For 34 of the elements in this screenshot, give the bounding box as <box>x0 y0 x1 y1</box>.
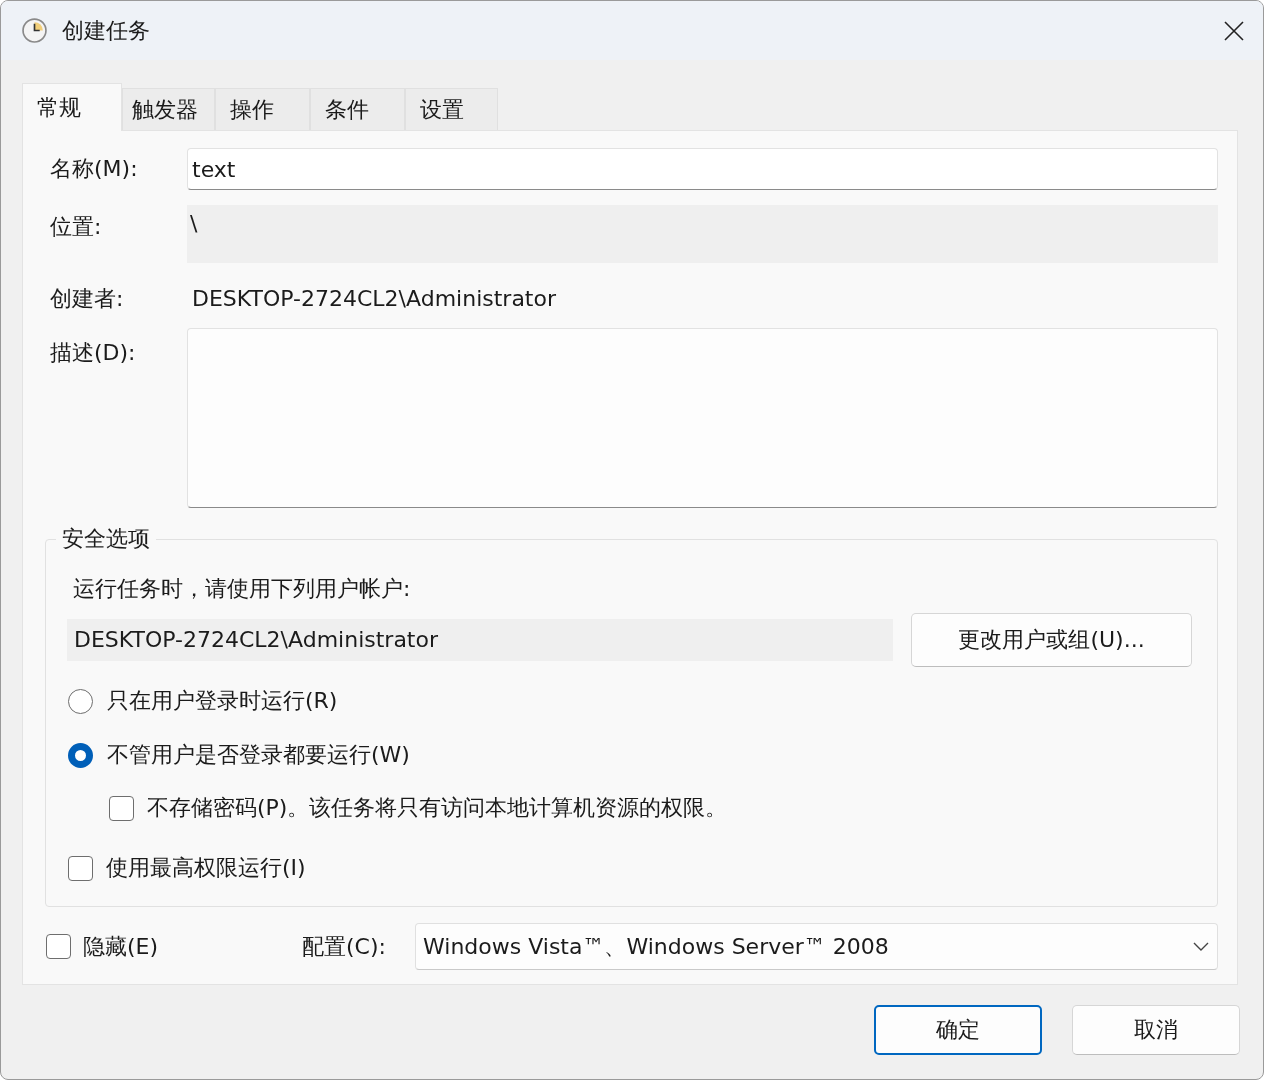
text-field[interactable]: text <box>187 148 1218 190</box>
cancel-button[interactable]: 取消 <box>1072 1005 1240 1055</box>
field-label: 配置(C): <box>302 932 387 961</box>
checkbox[interactable] <box>68 855 93 881</box>
prompt-text: 运行任务时，请使用下列用户帐户: <box>72 575 412 603</box>
field-label: 创建者: <box>50 285 125 313</box>
window-title: 创建任务 <box>62 16 150 45</box>
chevron-down-icon <box>1193 942 1209 951</box>
change-user-button[interactable]: 更改用户或组(U)... <box>911 613 1192 667</box>
tab[interactable]: 设置 <box>405 88 498 130</box>
radio-button[interactable] <box>68 688 93 714</box>
tab[interactable]: 触发器 <box>122 88 215 130</box>
clock-icon <box>22 18 47 43</box>
tab[interactable]: 操作 <box>215 88 310 130</box>
field-label: 名称(M): <box>50 155 139 183</box>
tab[interactable]: 条件 <box>310 88 405 130</box>
field-label: 位置: <box>50 213 103 241</box>
checkbox[interactable] <box>109 795 134 821</box>
radio-button[interactable] <box>68 742 93 768</box>
group-title: 安全选项 <box>61 525 151 553</box>
readonly-field: \ <box>187 205 1218 263</box>
option-label: 隐藏(E) <box>83 932 159 961</box>
ok-button[interactable]: 确定 <box>874 1005 1042 1055</box>
checkbox[interactable] <box>46 934 71 959</box>
option-label: 不存储密码(P)。该任务将只有访问本地计算机资源的权限。 <box>147 794 728 822</box>
option-label: 只在用户登录时运行(R) <box>107 687 338 715</box>
option-label: 使用最高权限运行(I) <box>106 854 306 882</box>
configure-dropdown[interactable]: Windows Vista™、Windows Server™ 2008 <box>415 923 1218 970</box>
option-label: 不管用户是否登录都要运行(W) <box>107 741 410 769</box>
tab[interactable]: 常规 <box>22 83 122 131</box>
account-field: DESKTOP-2724CL2\Administrator <box>67 619 893 661</box>
field-value: DESKTOP-2724CL2\Administrator <box>191 285 556 313</box>
field-label: 描述(D): <box>50 339 137 367</box>
close-icon[interactable] <box>1224 20 1244 41</box>
